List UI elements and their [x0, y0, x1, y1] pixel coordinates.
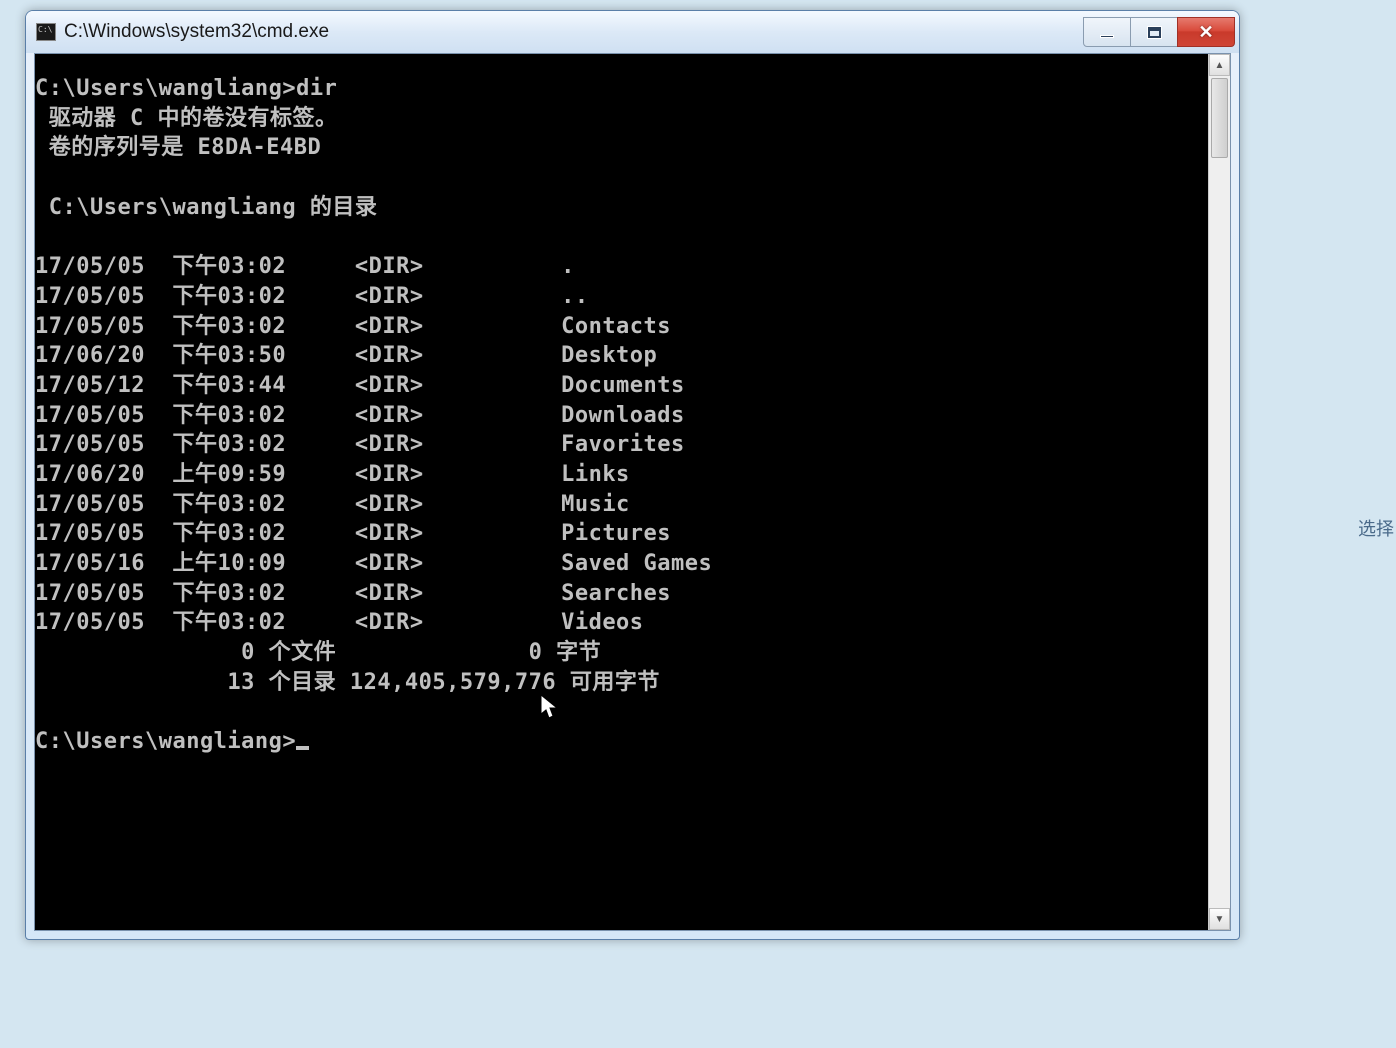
cmd-window: C:\Windows\system32\cmd.exe ✕ C:\Users\w… [25, 10, 1240, 940]
scroll-track[interactable] [1209, 76, 1230, 908]
minimize-button[interactable] [1083, 17, 1131, 47]
maximize-icon [1148, 27, 1161, 38]
scroll-down-button[interactable]: ▼ [1209, 908, 1230, 930]
client-area: C:\Users\wangliang>dir 驱动器 C 中的卷没有标签。 卷的… [34, 53, 1231, 931]
cmd-icon [36, 23, 56, 41]
maximize-button[interactable] [1130, 17, 1178, 47]
scroll-up-button[interactable]: ▲ [1209, 54, 1230, 76]
background-text: 选择 [1358, 515, 1394, 541]
window-title: C:\Windows\system32\cmd.exe [64, 21, 1084, 43]
close-icon: ✕ [1198, 22, 1213, 43]
window-controls: ✕ [1084, 17, 1235, 47]
close-button[interactable]: ✕ [1177, 17, 1235, 47]
titlebar[interactable]: C:\Windows\system32\cmd.exe ✕ [26, 11, 1239, 53]
text-cursor [296, 746, 309, 750]
vertical-scrollbar[interactable]: ▲ ▼ [1208, 54, 1230, 930]
scroll-thumb[interactable] [1211, 78, 1228, 158]
minimize-icon [1100, 35, 1114, 38]
console-output[interactable]: C:\Users\wangliang>dir 驱动器 C 中的卷没有标签。 卷的… [35, 54, 1208, 930]
